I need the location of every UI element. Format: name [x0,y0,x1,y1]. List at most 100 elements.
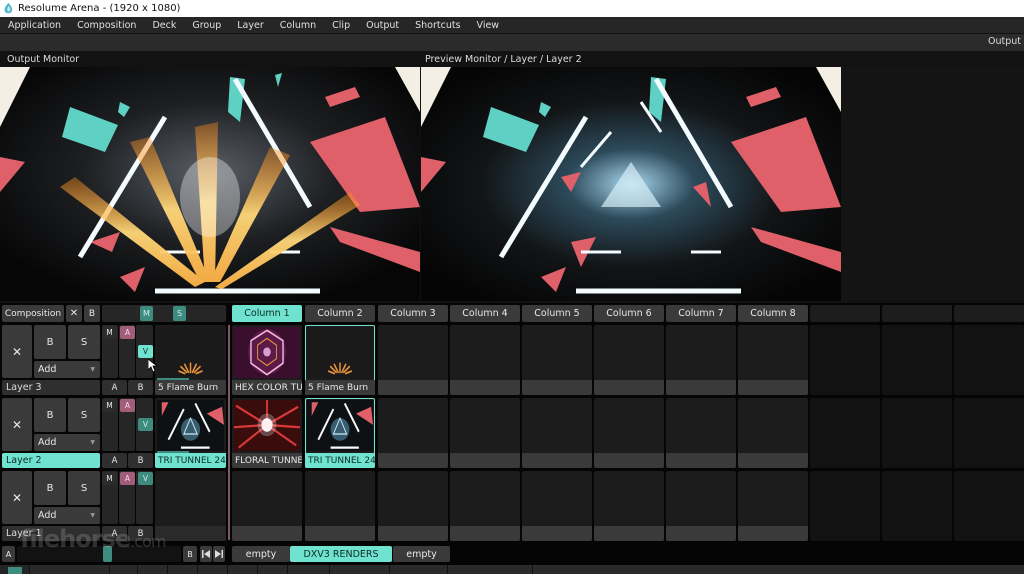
clip-slot[interactable] [738,325,808,395]
menu-shortcuts[interactable]: Shortcuts [407,20,468,31]
clip-slot[interactable] [522,398,592,468]
layer-blend-mode-dropdown[interactable]: Add ▼ [34,434,100,451]
layer-clear-button[interactable]: ✕ [2,398,32,451]
clip-slot[interactable] [738,471,808,541]
clip-slot[interactable] [594,325,664,395]
clip-slot[interactable] [666,325,736,395]
column-1-header[interactable]: Column 1 [232,305,302,322]
menu-application[interactable]: Application [0,20,69,31]
composition-button[interactable]: Composition [2,305,64,322]
clip-slot[interactable] [378,398,448,468]
preview-monitor-label: Preview Monitor / Layer / Layer 2 [425,54,582,65]
layer-blend-mode-dropdown[interactable]: Add ▼ [34,361,100,378]
column-2-header[interactable]: Column 2 [305,305,375,322]
deck-tab-3[interactable]: empty [393,546,450,562]
layer-clear-button[interactable]: ✕ [2,471,32,524]
clip-slot[interactable] [232,471,302,541]
clip-slot[interactable] [594,398,664,468]
layer-name[interactable]: Layer 3 [2,380,100,395]
deck-tab-dxv3-renders[interactable]: DXV3 RENDERS [290,546,392,562]
clip-slot[interactable] [810,325,880,395]
layer-bypass-button[interactable]: B [34,325,66,359]
clip-slot[interactable] [450,398,520,468]
column-7-header[interactable]: Column 7 [666,305,736,322]
layer-audio-button[interactable]: A [120,472,135,485]
clip-slot[interactable] [882,325,952,395]
clip-slot[interactable]: TRI TUNNEL 24P 2K [305,398,375,468]
layer-video-button[interactable]: V [138,418,153,431]
clip-slot[interactable] [666,398,736,468]
clip-slot[interactable] [594,471,664,541]
layer-bypass-button[interactable]: B [34,471,66,505]
layer-crossfade-a[interactable]: A [102,380,127,395]
composition-clear-button[interactable]: ✕ [66,305,82,322]
menu-column[interactable]: Column [272,20,324,31]
clip-slot[interactable]: FLORAL TUNNEL ... [232,398,302,468]
layer-audio-button[interactable]: A [120,326,135,339]
composition-bypass-button[interactable]: B [84,305,100,322]
layer-mute-button[interactable]: M [102,472,117,485]
layer-video-button[interactable]: V [138,345,153,358]
clip-slot[interactable] [954,325,1024,395]
clip-slot[interactable]: HEX COLOR TUN... [232,325,302,395]
clip-slot[interactable] [450,325,520,395]
column-3-header[interactable]: Column 3 [378,305,448,322]
skip-forward-button[interactable] [213,546,225,562]
preview-monitor-screen[interactable] [421,67,841,301]
clip-slot[interactable] [810,471,880,541]
layer-crossfade-a[interactable]: A [102,453,127,468]
mouse-cursor-icon [147,358,159,373]
layer-solo-button[interactable]: S [68,398,100,432]
deck-tab-1[interactable]: empty [232,546,290,562]
layer-preview-clip[interactable] [155,471,226,541]
clip-slot[interactable] [450,471,520,541]
composition-solo-button[interactable]: S [173,306,186,321]
layer-name[interactable]: Layer 2 [2,453,100,468]
layer-audio-button[interactable]: A [120,399,135,412]
menu-clip[interactable]: Clip [324,20,358,31]
layer-mute-button[interactable]: M [102,326,117,339]
clip-slot[interactable] [378,325,448,395]
composition-mute-button[interactable]: M [140,306,153,321]
layer-blend-mode-dropdown[interactable]: Add ▼ [34,507,100,524]
clip-slot[interactable] [522,471,592,541]
column-8-header[interactable]: Column 8 [738,305,808,322]
clip-label [522,453,592,468]
column-4-header[interactable]: Column 4 [450,305,520,322]
menu-composition[interactable]: Composition [69,20,144,31]
clip-slot[interactable]: 5 Flame Burn [305,325,375,395]
skip-back-button[interactable] [200,546,212,562]
layer-preview-clip[interactable]: TRI TUNNEL 24P 2K [155,398,226,468]
layer-crossfade-b[interactable]: B [128,380,153,395]
watermark: filehorse.com [20,525,166,553]
column-6-header[interactable]: Column 6 [594,305,664,322]
layer-solo-button[interactable]: S [68,325,100,359]
clip-slot[interactable] [305,471,375,541]
clip-slot[interactable] [522,325,592,395]
clip-slot[interactable] [666,471,736,541]
output-tab[interactable]: Output [988,36,1021,47]
menu-deck[interactable]: Deck [144,20,184,31]
layer-solo-button[interactable]: S [68,471,100,505]
clip-slot[interactable] [810,398,880,468]
clip-slot[interactable] [954,471,1024,541]
clip-slot[interactable] [378,471,448,541]
layer-preview-clip[interactable]: 5 Flame Burn [155,325,226,395]
clip-slot[interactable] [954,398,1024,468]
layer-video-button[interactable]: V [138,472,153,485]
crossfader-a-button[interactable]: A [2,546,15,562]
layer-crossfade-b[interactable]: B [128,453,153,468]
menu-output[interactable]: Output [358,20,407,31]
menu-layer[interactable]: Layer [229,20,272,31]
menu-group[interactable]: Group [184,20,229,31]
column-5-header[interactable]: Column 5 [522,305,592,322]
clip-slot[interactable] [882,398,952,468]
clip-slot[interactable] [738,398,808,468]
menu-view[interactable]: View [469,20,508,31]
layer-bypass-button[interactable]: B [34,398,66,432]
crossfader-b-button[interactable]: B [183,546,197,562]
layer-clear-button[interactable]: ✕ [2,325,32,378]
output-monitor-screen[interactable] [0,67,420,301]
clip-slot[interactable] [882,471,952,541]
layer-mute-button[interactable]: M [102,399,117,412]
